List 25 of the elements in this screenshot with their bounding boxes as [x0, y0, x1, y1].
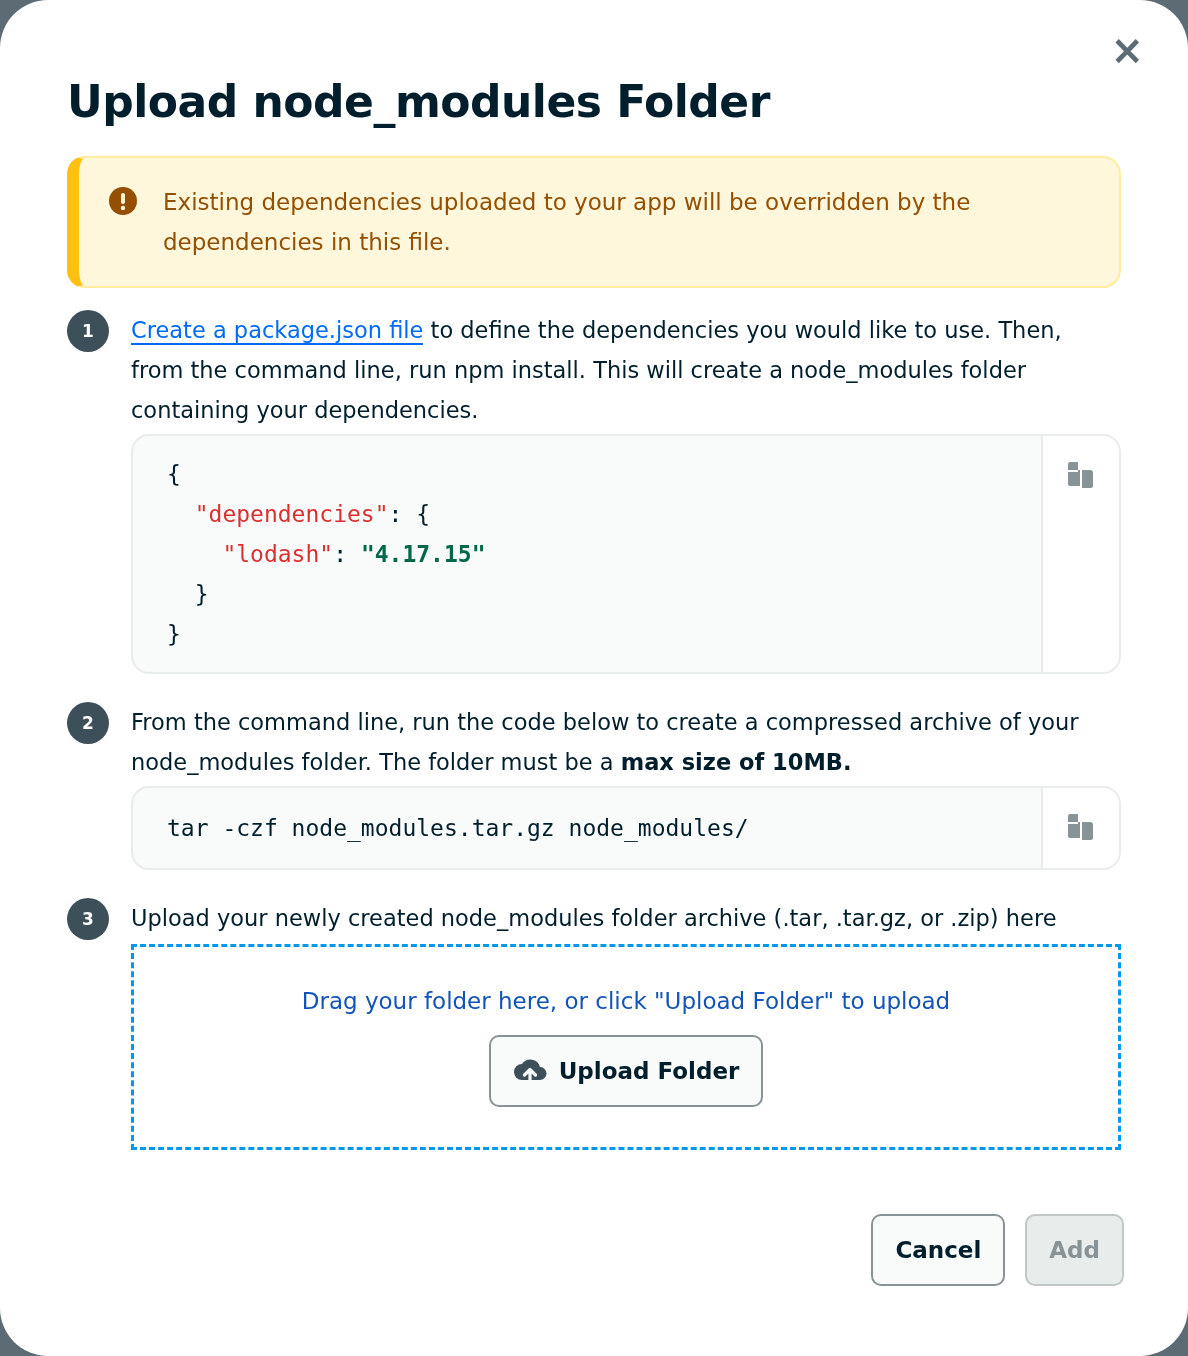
- step-text: Upload your newly created node_modules folder archive (.tar, .tar.gz, or .zip) here: [131, 904, 1058, 933]
- code-line: }: [193, 580, 210, 609]
- footer-button[interactable]: Cancel: [871, 1214, 1006, 1286]
- warning-text: Existing dependencies uploaded to your app will be overridden by the dependencies in this file.: [163, 188, 972, 257]
- code-line: }: [167, 620, 182, 649]
- package-json-link[interactable]: Create a package.json file: [131, 317, 424, 345]
- code-line: "lodash": "4.17.15": [221, 540, 487, 569]
- step-text: From the command line, run the code below to create a compressed archive of your node_modules folder. The folder must be a max size of 10MB.: [131, 708, 1080, 777]
- code-line: tar -czf node_modules.tar.gz node_modules/: [167, 814, 750, 844]
- copy-icon: [1066, 812, 1096, 840]
- upload-folder-button[interactable]: Upload Folder: [488, 1035, 764, 1107]
- copy-icon: [1066, 460, 1096, 488]
- warning-icon: [109, 187, 137, 215]
- close-button[interactable]: ×: [1110, 30, 1144, 70]
- code-line: "dependencies": {: [193, 500, 432, 529]
- step-number: 1: [67, 310, 109, 352]
- drop-hint: Drag your folder here, or click "Upload Folder" to upload: [301, 987, 951, 1016]
- drop-zone[interactable]: Drag your folder here, or click "Upload Folder" to upload Upload Folder: [131, 944, 1121, 1150]
- step-number: 2: [67, 702, 109, 744]
- dialog-title: Upload node_modules Folder: [67, 75, 772, 130]
- step-text: Create a package.json file to define the dependencies you would like to use. Then, from the command line, run npm install. This will create a node_modules folder containing your dependencies.: [131, 316, 1063, 425]
- code-line: {: [167, 460, 182, 489]
- copy-button[interactable]: [1066, 812, 1096, 840]
- copy-button[interactable]: [1066, 460, 1096, 488]
- step-number: 3: [67, 898, 109, 940]
